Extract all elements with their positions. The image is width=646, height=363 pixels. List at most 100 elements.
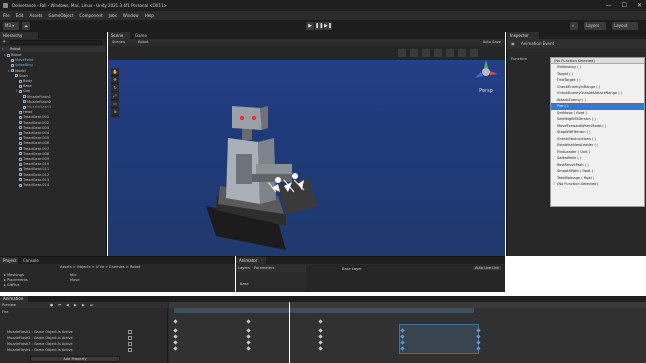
animator-graph[interactable]: Base Layer Auto Live Link (306, 265, 505, 292)
menu-gameobject[interactable]: GameObject (48, 11, 73, 20)
scenes-label[interactable]: Scenes (112, 39, 125, 46)
keyframe[interactable] (476, 328, 481, 333)
property-value-checkbox[interactable] (128, 342, 132, 346)
play-button[interactable]: ▶ (306, 22, 314, 30)
property-value-checkbox[interactable] (128, 348, 132, 352)
keyframe[interactable] (246, 334, 251, 339)
pause-button[interactable]: ❚❚ (315, 22, 323, 30)
menu-file[interactable]: File (3, 11, 10, 20)
tab-animator[interactable]: Animator (236, 257, 266, 264)
function-option[interactable]: ✓ (No Function Selected) (551, 181, 644, 188)
parameters-tab[interactable]: Parameters (254, 265, 275, 272)
preview-toggle[interactable]: Preview (2, 303, 16, 307)
animation-property-row[interactable]: MuzzleFlash4 : Game Object.Is Active (0, 347, 160, 353)
menu-help[interactable]: Help (145, 11, 154, 20)
layers-tab[interactable]: Layers (238, 265, 250, 272)
keyframe[interactable] (173, 328, 178, 333)
gameobject-icon (11, 69, 14, 73)
keyframe[interactable] (246, 340, 251, 345)
scene-viewport[interactable]: ✋ ✥ ↻ ⤢ ▭ ⊕ Persp (108, 46, 505, 256)
keyframe[interactable] (246, 328, 251, 333)
function-option-label: AttackEnemy ( ) (557, 97, 586, 102)
playhead[interactable] (289, 302, 290, 363)
keyframe[interactable] (173, 334, 178, 339)
prefab-breadcrumb[interactable]: ‹ Robot (0, 46, 106, 52)
tab-game[interactable]: Game (132, 32, 154, 39)
keyframe[interactable] (173, 340, 178, 345)
robot-model[interactable] (108, 46, 505, 256)
keyframe[interactable] (246, 346, 251, 351)
close-button[interactable]: ✕ (637, 2, 642, 9)
scene-breadcrumb[interactable]: Robot (138, 39, 148, 46)
tab-console[interactable]: Console (20, 257, 40, 264)
tab-inspector[interactable]: Inspector (507, 32, 539, 39)
add-icon[interactable]: + (2, 39, 6, 46)
step-button[interactable]: ▶❚ (324, 22, 332, 30)
autosave-toggle[interactable]: Auto Save (483, 39, 501, 46)
base-layer-item[interactable]: Base (240, 282, 249, 286)
unity-logo-icon (3, 3, 8, 8)
menu-jobs[interactable]: Jobs (109, 11, 117, 20)
keyframe[interactable] (318, 340, 323, 345)
minimize-button[interactable]: — (606, 2, 612, 9)
function-dropdown[interactable]: (No Function Selected) OnDestroy ( ) Targ… (550, 57, 645, 207)
record-icon[interactable]: ● (50, 302, 53, 308)
breadcrumb-label: Robot (10, 47, 21, 51)
tab-scene[interactable]: Scene (108, 32, 130, 39)
robot-eye-left (240, 116, 244, 120)
property-value-checkbox[interactable] (128, 330, 132, 334)
orientation-gizmo[interactable]: Persp (471, 58, 501, 96)
keyframe[interactable] (318, 319, 323, 324)
prev-key-icon[interactable]: ◀ (66, 302, 69, 308)
keyframe[interactable] (476, 346, 481, 351)
keyframe[interactable] (476, 340, 481, 345)
maximize-button[interactable]: ☐ (622, 2, 627, 9)
scene-panel: Scene Game Scenes Robot Auto Save ✋ ✥ ↻ (108, 32, 505, 256)
window-controls: — ☐ ✕ (606, 2, 642, 9)
hierarchy-item-label: TreadGear.013 (23, 177, 50, 182)
cloud-icon[interactable]: ☁ (22, 22, 30, 30)
add-property-button[interactable]: Add Property (30, 356, 120, 362)
property-value-checkbox[interactable] (128, 336, 132, 340)
keyframe[interactable] (173, 319, 178, 324)
folder-label: Meshings (6, 273, 24, 277)
folder-item[interactable]: ▸ GitPlus (4, 283, 28, 288)
gameobject-icon (23, 105, 26, 109)
menu-assets[interactable]: Assets (29, 11, 42, 20)
account-button[interactable]: M3 ▾ (3, 22, 19, 30)
project-breadcrumb[interactable]: Assets > Objects > U Vo > Enemies > Robo… (60, 265, 140, 269)
tab-hierarchy[interactable]: Hierarchy (0, 32, 38, 39)
folder-label: Placements (6, 278, 28, 282)
search-icon[interactable]: ⌕ (570, 22, 578, 30)
file-item[interactable]: Move (70, 278, 80, 283)
keyframe[interactable] (318, 346, 323, 351)
hierarchy-search-input[interactable] (10, 40, 102, 45)
keyframe[interactable] (246, 319, 251, 324)
hierarchy-item[interactable]: TreadGear.014 (0, 183, 106, 188)
keyframe[interactable] (476, 334, 481, 339)
menu-component[interactable]: Component (79, 11, 102, 20)
keyframe[interactable] (318, 328, 323, 333)
layout-dropdown[interactable]: Layout (612, 22, 638, 30)
inspector-tab-label: Inspector (510, 33, 529, 38)
function-option-label: CheckEnemyOutsideAttackRange ( ) (557, 91, 623, 95)
event-track[interactable] (174, 308, 474, 313)
layers-dropdown[interactable]: Layers (584, 22, 606, 30)
menu-edit[interactable]: Edit (16, 11, 24, 20)
clip-dropdown[interactable]: Fire (2, 310, 8, 314)
gameobject-icon (19, 89, 22, 93)
checkmark-icon: ✓ (553, 182, 557, 186)
menu-window[interactable]: Window (123, 11, 139, 20)
keyframe[interactable] (318, 334, 323, 339)
next-key-icon[interactable]: ▶ (82, 302, 85, 308)
animation-timeline[interactable] (169, 302, 646, 363)
tab-project[interactable]: Project (0, 257, 18, 264)
last-frame-icon[interactable]: ⏭ (90, 302, 93, 308)
animator-tab-label: Animator (239, 258, 258, 263)
play-animation-icon[interactable]: ▶ (74, 302, 77, 308)
keyframe[interactable] (173, 346, 178, 351)
gameobject-icon (19, 115, 22, 119)
back-arrow-icon[interactable]: ‹ (2, 46, 3, 52)
auto-live-link-button[interactable]: Auto Live Link (473, 266, 501, 270)
first-frame-icon[interactable]: ⏮ (58, 302, 61, 308)
